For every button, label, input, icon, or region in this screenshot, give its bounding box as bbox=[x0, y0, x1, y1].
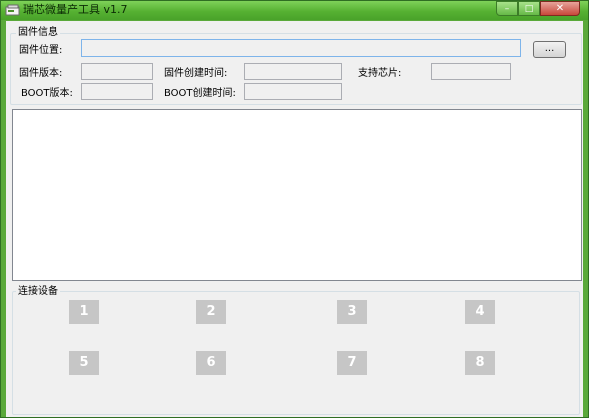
caption-buttons: – □ ✕ bbox=[496, 1, 580, 18]
firmware-info-group-label: 固件信息 bbox=[16, 27, 60, 39]
boot-created-field bbox=[244, 83, 342, 100]
window-title: 瑞芯微量产工具 v1.7 bbox=[23, 3, 128, 16]
firmware-location-label: 固件位置: bbox=[19, 45, 63, 56]
firmware-location-field[interactable] bbox=[81, 39, 521, 57]
firmware-version-field bbox=[81, 63, 153, 80]
close-button[interactable]: ✕ bbox=[540, 1, 580, 16]
firmware-created-field bbox=[244, 63, 342, 80]
firmware-created-label: 固件创建时间: bbox=[164, 68, 228, 79]
device-button-7[interactable]: 7 bbox=[337, 351, 367, 375]
device-button-3[interactable]: 3 bbox=[337, 300, 367, 324]
supported-chip-label: 支持芯片: bbox=[358, 68, 402, 79]
boot-created-label: BOOT创建时间: bbox=[164, 88, 236, 99]
device-button-5[interactable]: 5 bbox=[69, 351, 99, 375]
maximize-button[interactable]: □ bbox=[518, 1, 540, 16]
app-window: 瑞芯微量产工具 v1.7 – □ ✕ 固件信息 固件位置: ... 固件版本: bbox=[0, 0, 589, 418]
boot-version-field bbox=[81, 83, 153, 100]
minimize-icon: – bbox=[504, 3, 510, 14]
device-button-6[interactable]: 6 bbox=[196, 351, 226, 375]
device-button-2[interactable]: 2 bbox=[196, 300, 226, 324]
close-icon: ✕ bbox=[555, 3, 565, 14]
title-bar[interactable]: 瑞芯微量产工具 v1.7 – □ ✕ bbox=[1, 1, 588, 20]
device-button-8[interactable]: 8 bbox=[465, 351, 495, 375]
firmware-version-label: 固件版本: bbox=[19, 68, 63, 79]
boot-version-label: BOOT版本: bbox=[21, 88, 73, 99]
app-icon bbox=[5, 4, 20, 16]
connected-devices-group-label: 连接设备 bbox=[16, 286, 60, 298]
browse-button[interactable]: ... bbox=[533, 41, 566, 58]
supported-chip-field bbox=[431, 63, 511, 80]
minimize-button[interactable]: – bbox=[496, 1, 518, 16]
maximize-icon: □ bbox=[524, 3, 534, 14]
client-area: 固件信息 固件位置: ... 固件版本: 固件创建时间: 支持芯片: BOOT版… bbox=[6, 21, 583, 417]
browse-button-label: ... bbox=[544, 43, 555, 54]
device-button-1[interactable]: 1 bbox=[69, 300, 99, 324]
log-output-area[interactable] bbox=[12, 109, 582, 281]
device-button-4[interactable]: 4 bbox=[465, 300, 495, 324]
